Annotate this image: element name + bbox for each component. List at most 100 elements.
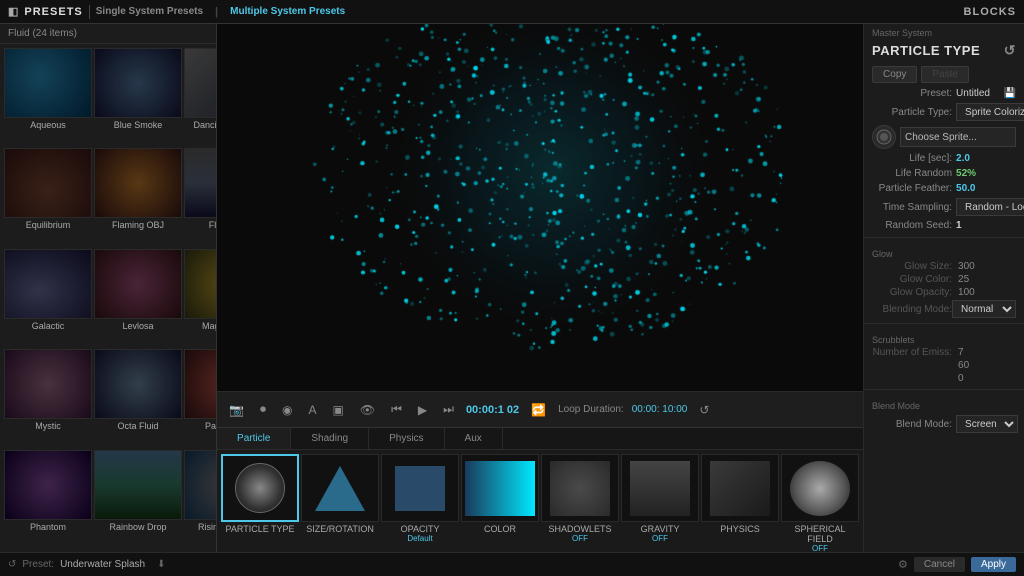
- choose-sprite-btn[interactable]: Choose Sprite...: [900, 127, 1016, 147]
- bottom-section: Particle Shading Physics Aux PARTICLE TY…: [217, 427, 863, 552]
- loop-label: Loop Duration:: [558, 404, 624, 415]
- reset-btn[interactable]: ↺: [1004, 42, 1016, 59]
- blending-select[interactable]: Normal: [952, 300, 1016, 318]
- preset-thumb: [94, 450, 182, 520]
- refresh-btn[interactable]: ↺: [695, 401, 713, 419]
- rp-blending-row: Blending Mode: Normal: [864, 299, 1024, 319]
- thumb-shadowlets[interactable]: SHADOWLETS OFF: [541, 454, 619, 543]
- radio-btn[interactable]: ◉: [278, 401, 296, 419]
- text-btn[interactable]: A: [304, 401, 320, 419]
- rp-glow-color-val[interactable]: 25: [958, 274, 969, 285]
- cancel-btn[interactable]: Cancel: [914, 557, 965, 572]
- preset-item-levlosa[interactable]: Levlosa: [94, 249, 182, 347]
- rp-feather-value[interactable]: 50.0: [956, 183, 975, 194]
- preset-item-phantom[interactable]: Phantom: [4, 450, 92, 548]
- rp-scr2-val[interactable]: 60: [958, 360, 969, 371]
- preset-item-magic-potion[interactable]: Magic Potion: [184, 249, 216, 347]
- undo-icon[interactable]: ↺: [8, 559, 16, 570]
- single-preset-tab[interactable]: Single System Presets: [96, 6, 203, 17]
- copy-btn[interactable]: Copy: [872, 66, 917, 83]
- tab-physics[interactable]: Physics: [369, 428, 444, 449]
- thumb-spherical-img: [781, 454, 859, 522]
- rp-glow-size-val[interactable]: 300: [958, 261, 975, 272]
- rp-num-emit-val[interactable]: 7: [958, 347, 964, 358]
- preset-item-aqueous[interactable]: Aqueous: [4, 48, 92, 146]
- preset-item-rising-bubbles[interactable]: Rising Bubbles: [184, 450, 216, 548]
- particle-type-select[interactable]: Sprite Colorize: [956, 103, 1024, 121]
- rp-preset-value: Untitled: [956, 88, 990, 99]
- rp-particle-type-label: Particle Type:: [872, 107, 952, 118]
- gravity-shape: [630, 461, 690, 516]
- tab-particle[interactable]: Particle: [217, 428, 291, 449]
- preset-label: Preset:: [22, 559, 54, 570]
- color-grad-shape: [465, 461, 535, 516]
- thumb-physics[interactable]: PHYSICS: [701, 454, 779, 534]
- preset-item-dancing-sparkler[interactable]: Dancing Sparkler: [184, 48, 216, 146]
- top-bar: ◧ PRESETS Single System Presets | Multip…: [0, 0, 1024, 24]
- preset-name: Levlosa: [122, 321, 153, 331]
- thumb-shadowlets-sublabel: OFF: [572, 534, 588, 543]
- preset-name: Dancing Sparkler: [193, 120, 216, 130]
- play-btn[interactable]: ▶: [414, 401, 431, 419]
- rp-life-random-value[interactable]: 52%: [956, 168, 976, 179]
- preset-thumb: [94, 48, 182, 118]
- preset-name: Magic Potion: [202, 321, 216, 331]
- preset-thumb: [4, 249, 92, 319]
- thumb-particle-type[interactable]: PARTICLE TYPE: [221, 454, 299, 534]
- thumb-size-rotation[interactable]: SIZE/ROTATION: [301, 454, 379, 534]
- blend-mode-select[interactable]: Screen: [956, 415, 1018, 433]
- preset-name: Flaming OBJ: [112, 220, 164, 230]
- multi-preset-tab[interactable]: Multiple System Presets: [230, 6, 345, 17]
- download-icon[interactable]: ⬇: [157, 559, 165, 570]
- tab-shading[interactable]: Shading: [291, 428, 369, 449]
- preset-item-equilibrium[interactable]: Equilibrium: [4, 148, 92, 246]
- thumb-color-img: [461, 454, 539, 522]
- rp-glow-color-row: Glow Color: 25: [864, 273, 1024, 286]
- thumb-shadowlets-label: SHADOWLETS: [549, 524, 612, 534]
- preset-tabs: Single System Presets | Multiple System …: [96, 6, 345, 18]
- preset-item-blue-smoke[interactable]: Blue Smoke: [94, 48, 182, 146]
- thumbnail-strip: PARTICLE TYPE SIZE/ROTATION OPACITY Defa…: [217, 450, 863, 552]
- paste-btn[interactable]: Paste: [921, 66, 969, 83]
- main-layout: Fluid (24 items) Aqueous Blue Smoke Danc…: [0, 24, 1024, 552]
- preset-save-icon[interactable]: 💾: [1004, 88, 1016, 99]
- skip-fwd-btn[interactable]: ⏭: [439, 400, 458, 419]
- rp-life-label: Life [sec]:: [872, 153, 952, 164]
- rp-life-value[interactable]: 2.0: [956, 153, 970, 164]
- rp-life-row: Life [sec]: 2.0: [864, 151, 1024, 166]
- rp-glow-opacity-val[interactable]: 100: [958, 287, 975, 298]
- right-panel: Master System PARTICLE TYPE ↺ Copy Paste…: [863, 24, 1024, 552]
- thumb-spherical[interactable]: SPHERICAL FIELD OFF: [781, 454, 859, 552]
- thumb-opacity[interactable]: OPACITY Default: [381, 454, 459, 543]
- preset-item-galactic[interactable]: Galactic: [4, 249, 92, 347]
- fluid-header: Fluid (24 items): [0, 24, 216, 44]
- apply-btn[interactable]: Apply: [971, 557, 1016, 572]
- thumb-gravity[interactable]: GRAVITY OFF: [621, 454, 699, 543]
- preset-thumb: [184, 148, 216, 218]
- preset-item-mystic[interactable]: Mystic: [4, 349, 92, 447]
- preset-item-flow-grid[interactable]: Flow Grid: [184, 148, 216, 246]
- thumb-spherical-label: SPHERICAL FIELD: [781, 524, 859, 544]
- time-sampling-select[interactable]: Random - Loop: [956, 198, 1024, 216]
- preset-item-octa-fluid[interactable]: Octa Fluid: [94, 349, 182, 447]
- preset-item-paint-battle[interactable]: Paint Battle: [184, 349, 216, 447]
- thumb-color-label: COLOR: [484, 524, 516, 534]
- rp-time-sampling-row: Time Sampling: Random - Loop: [864, 196, 1024, 218]
- eye-btn[interactable]: 👁: [356, 401, 379, 419]
- rp-scr3-val[interactable]: 0: [958, 373, 964, 384]
- skip-back-btn[interactable]: ⏮: [387, 400, 406, 419]
- preset-item-flaming-obj[interactable]: Flaming OBJ: [94, 148, 182, 246]
- record-btn[interactable]: ⏺: [256, 400, 270, 419]
- settings-icon[interactable]: ⚙: [898, 558, 908, 571]
- loop-btn[interactable]: 🔁: [527, 401, 550, 419]
- crop-btn[interactable]: ▣: [329, 401, 348, 419]
- preset-thumb: [94, 249, 182, 319]
- thumb-color[interactable]: COLOR: [461, 454, 539, 534]
- tab-aux[interactable]: Aux: [445, 428, 503, 449]
- rp-random-seed-value[interactable]: 1: [956, 220, 962, 231]
- spherical-shape: [790, 461, 850, 516]
- preset-grid: Aqueous Blue Smoke Dancing Sparkler Equi…: [0, 44, 216, 552]
- camera-btn[interactable]: 📷: [225, 401, 248, 419]
- preset-item-rainbow-drop[interactable]: Rainbow Drop: [94, 450, 182, 548]
- preset-thumb: [4, 148, 92, 218]
